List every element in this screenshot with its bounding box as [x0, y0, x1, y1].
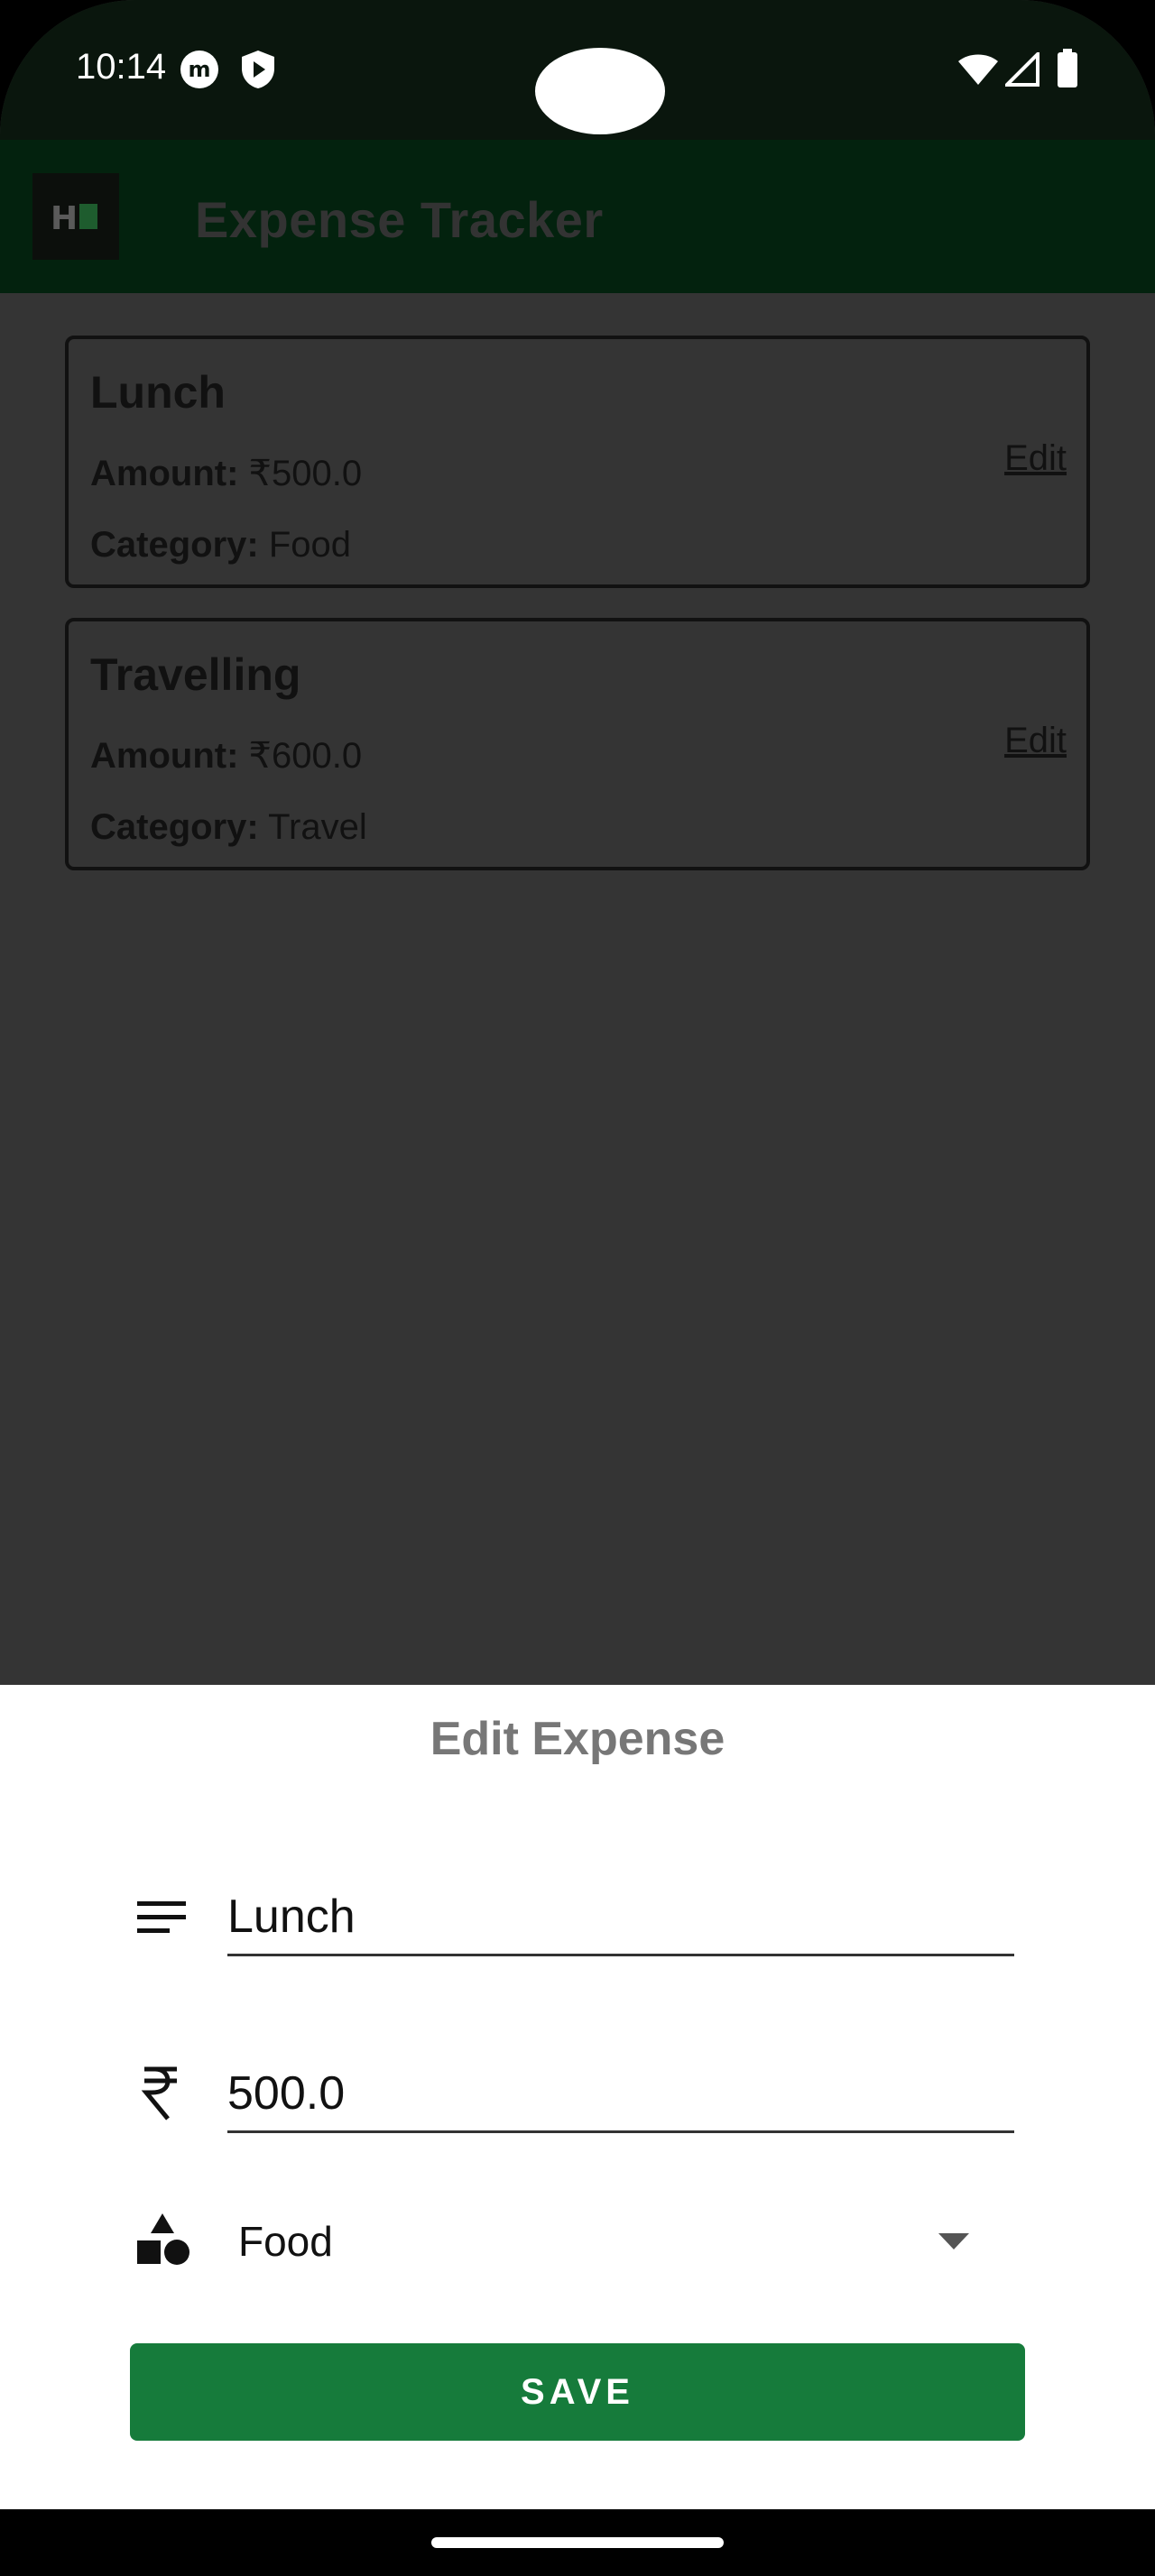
rupee-icon	[141, 2065, 180, 2127]
app-bar: H Expense Tracker	[0, 140, 1155, 293]
category-select-value: Food	[238, 2218, 333, 2265]
expense-category-line: Category: Travel	[90, 807, 367, 848]
category-select[interactable]: Food	[217, 2199, 1011, 2280]
edit-expense-sheet: Edit Expense Food	[0, 1685, 1155, 2576]
signal-icon	[1003, 50, 1040, 91]
expense-name-input[interactable]	[227, 1880, 1014, 1956]
svg-text:m: m	[188, 57, 210, 82]
chevron-down-icon	[938, 2233, 969, 2254]
expense-card: Lunch Amount: ₹500.0 Category: Food Edit	[65, 336, 1090, 588]
expense-card: Travelling Amount: ₹600.0 Category: Trav…	[65, 618, 1090, 870]
amount-value: ₹500.0	[248, 454, 363, 493]
edit-link[interactable]: Edit	[1004, 721, 1067, 761]
category-value: Travel	[268, 807, 367, 847]
screen: 10:14 m H Expense Tracker Lunch Amount: …	[0, 0, 1155, 2576]
expense-amount-line: Amount: ₹500.0	[90, 453, 362, 494]
home-gesture-pill[interactable]	[431, 2537, 724, 2548]
amount-value: ₹600.0	[248, 736, 363, 776]
battery-icon	[1056, 49, 1079, 93]
shield-play-icon	[240, 49, 276, 95]
status-time: 10:14	[76, 47, 167, 87]
notes-icon	[135, 1898, 188, 1942]
expense-amount-input[interactable]	[227, 2056, 1014, 2133]
m-badge-icon: m	[179, 49, 220, 95]
expense-amount-line: Amount: ₹600.0	[90, 735, 362, 777]
category-label: Category:	[90, 807, 259, 847]
amount-label: Amount:	[90, 736, 239, 776]
app-title: Expense Tracker	[195, 191, 604, 248]
app-logo: H	[32, 173, 119, 260]
save-button[interactable]: SAVE	[130, 2343, 1025, 2441]
category-label: Category:	[90, 525, 259, 565]
category-shapes-icon	[135, 2212, 191, 2272]
svg-text:H: H	[51, 200, 78, 237]
wifi-icon	[956, 52, 1000, 91]
sheet-title: Edit Expense	[430, 1713, 725, 1765]
category-value: Food	[268, 525, 351, 565]
edit-link[interactable]: Edit	[1004, 438, 1067, 479]
expense-name: Travelling	[90, 649, 301, 700]
front-camera	[535, 48, 665, 134]
expense-name: Lunch	[90, 367, 226, 418]
expense-category-line: Category: Food	[90, 525, 351, 566]
amount-label: Amount:	[90, 454, 239, 493]
